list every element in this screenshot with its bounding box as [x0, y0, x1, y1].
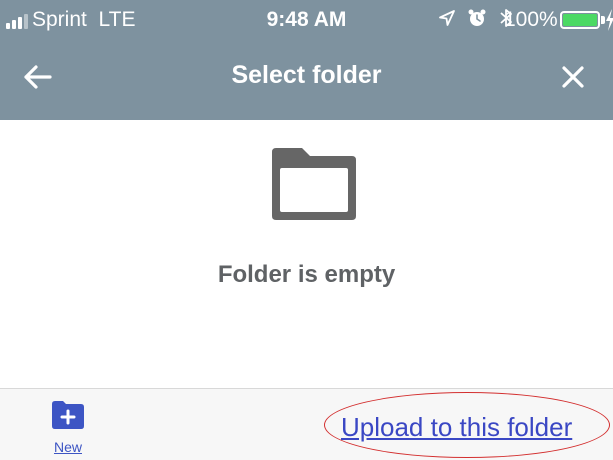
- header: Sprint LTE 9:48 AM 100% Select folder: [0, 0, 613, 120]
- battery-percent: 100%: [504, 8, 558, 31]
- close-icon[interactable]: [555, 59, 591, 95]
- alarm-icon: [468, 9, 486, 26]
- charging-bolt-icon: [606, 9, 613, 31]
- status-bar: Sprint LTE 9:48 AM 100%: [0, 0, 613, 43]
- upload-to-folder-link[interactable]: Upload to this folder: [341, 411, 572, 443]
- folder-icon: [272, 148, 356, 220]
- new-button-label: New: [53, 439, 82, 455]
- nav-bar: Select folder: [0, 43, 613, 120]
- bottom-toolbar: New Upload to this folder: [0, 388, 613, 460]
- battery-level-fill: [563, 14, 597, 26]
- page-title: Select folder: [231, 61, 382, 89]
- battery-tip: [601, 16, 605, 24]
- battery-icon: [560, 11, 600, 29]
- empty-state-message: Folder is empty: [217, 261, 396, 288]
- status-icons: [438, 8, 513, 32]
- new-folder-plus-icon: [52, 401, 84, 429]
- location-arrow-icon: [439, 10, 455, 26]
- new-folder-button[interactable]: New: [44, 401, 92, 457]
